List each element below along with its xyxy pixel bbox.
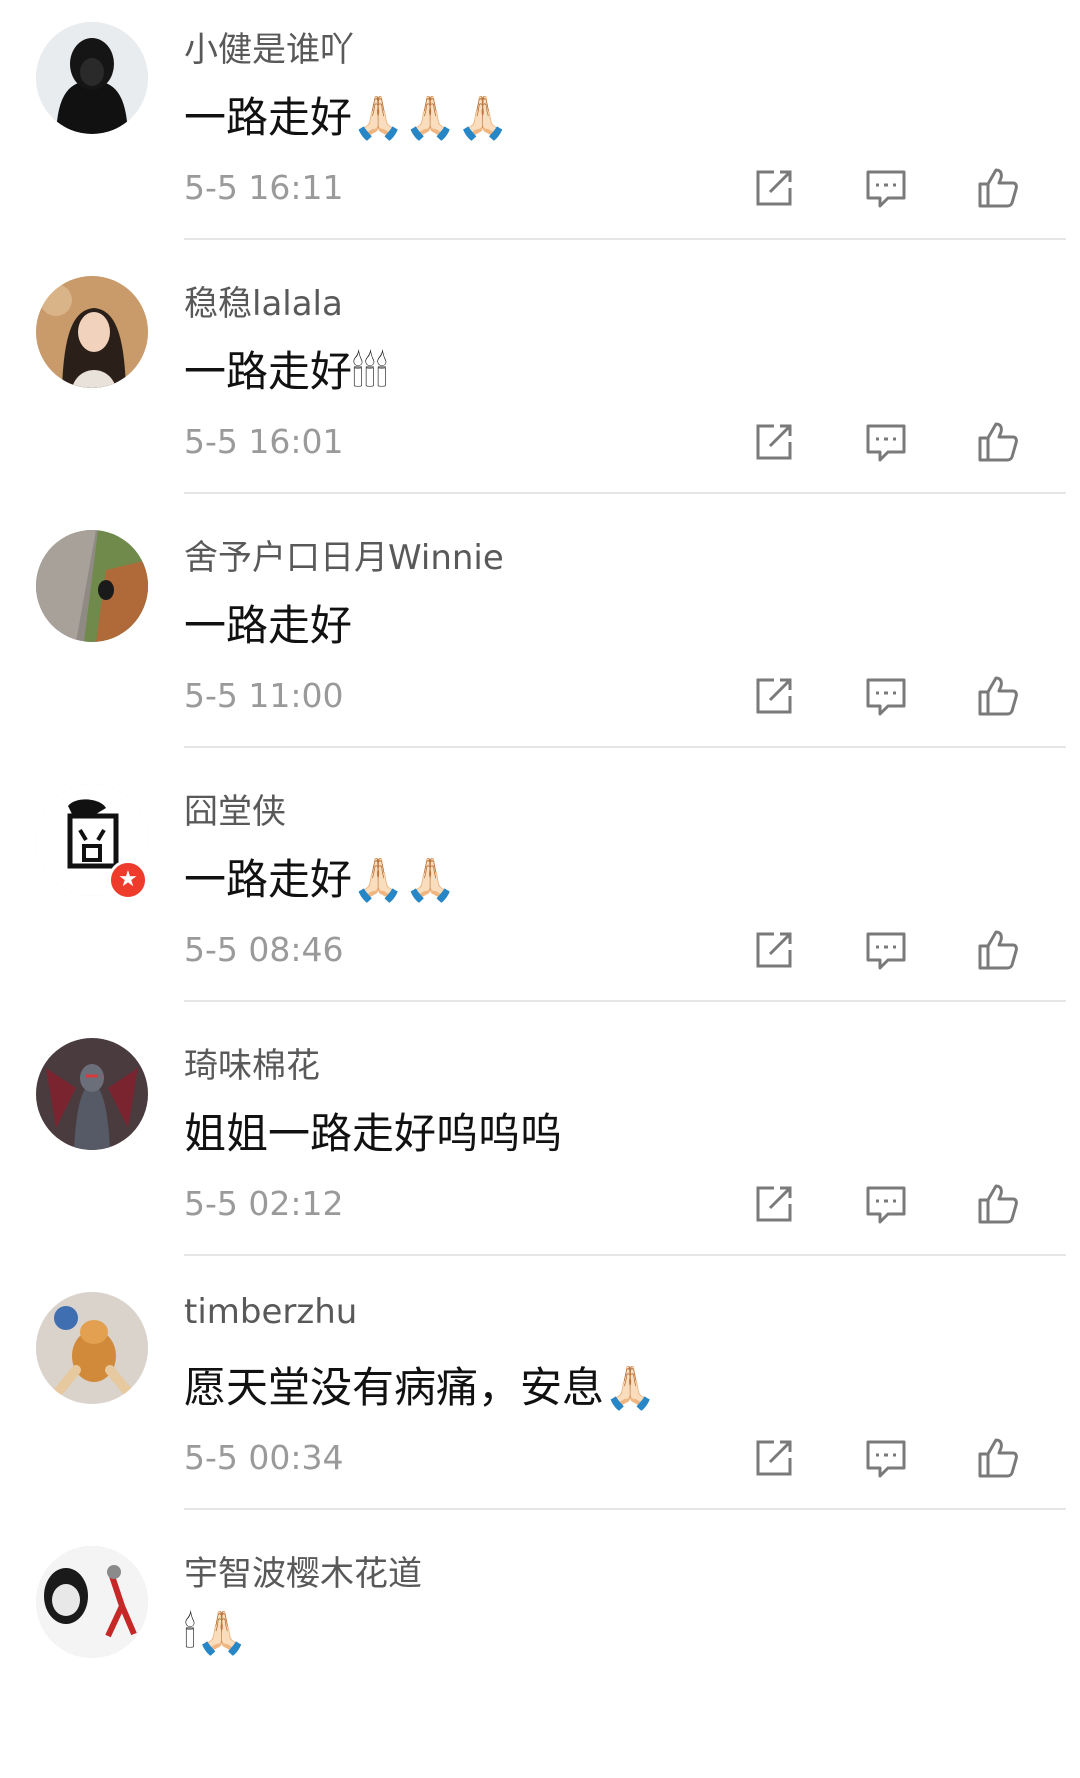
- comment-time: 5-5 16:11: [184, 168, 344, 207]
- comment-text: 姐姐一路走好呜呜呜: [184, 1109, 563, 1158]
- verified-badge: ★: [108, 860, 148, 900]
- share-icon[interactable]: [752, 928, 796, 972]
- username[interactable]: 舍予户口日月Winnie: [184, 530, 504, 579]
- comment-time: 5-5 11:00: [184, 676, 344, 715]
- comment-time: 5-5 16:01: [184, 422, 344, 461]
- divider: [184, 1508, 1066, 1510]
- share-icon[interactable]: [752, 674, 796, 718]
- comment-item: ★ 囧堂侠 一路走好🙏🏻🙏🏻 5-5 08:46: [0, 762, 1080, 1016]
- thumbs-up-icon[interactable]: [976, 1182, 1020, 1226]
- comment-item: 宇智波樱木花道 🕯🙏🏻: [0, 1524, 1080, 1778]
- avatar[interactable]: [36, 1292, 148, 1404]
- comment-icon[interactable]: [864, 420, 908, 464]
- comment-text: 一路走好🙏🏻🙏🏻🙏🏻: [184, 93, 509, 142]
- comment-icon[interactable]: [864, 166, 908, 210]
- comment-item: 舍予户口日月Winnie 一路走好 5-5 11:00: [0, 508, 1080, 762]
- comment-item: 小健是谁吖 一路走好🙏🏻🙏🏻🙏🏻 5-5 16:11: [0, 0, 1080, 254]
- share-icon[interactable]: [752, 1182, 796, 1226]
- thumbs-up-icon[interactable]: [976, 420, 1020, 464]
- thumbs-up-icon[interactable]: [976, 674, 1020, 718]
- comment-time: 5-5 08:46: [184, 930, 344, 969]
- comment-time: 5-5 02:12: [184, 1184, 344, 1223]
- username[interactable]: timberzhu: [184, 1292, 357, 1332]
- username[interactable]: 稳稳lalala: [184, 276, 343, 325]
- avatar[interactable]: [36, 1546, 148, 1658]
- username[interactable]: 小健是谁吖: [184, 22, 354, 71]
- thumbs-up-icon[interactable]: [976, 166, 1020, 210]
- comment-text: 一路走好: [184, 601, 353, 650]
- comment-time: 5-5 00:34: [184, 1438, 344, 1477]
- avatar[interactable]: [36, 22, 148, 134]
- username[interactable]: 囧堂侠: [184, 784, 286, 833]
- comment-item: 稳稳lalala 一路走好🕯🕯🕯 5-5 16:01: [0, 254, 1080, 508]
- thumbs-up-icon[interactable]: [976, 928, 1020, 972]
- comment-text: 愿天堂没有病痛，安息🙏🏻: [184, 1363, 657, 1412]
- comment-text: 🕯🙏🏻: [184, 1608, 249, 1657]
- divider: [184, 746, 1066, 748]
- comment-item: 琦味棉花 姐姐一路走好呜呜呜 5-5 02:12: [0, 1016, 1080, 1270]
- comment-item: timberzhu 愿天堂没有病痛，安息🙏🏻 5-5 00:34: [0, 1270, 1080, 1524]
- avatar[interactable]: [36, 1038, 148, 1150]
- comment-text: 一路走好🕯🕯🕯: [184, 347, 388, 396]
- thumbs-up-icon[interactable]: [976, 1436, 1020, 1480]
- username[interactable]: 宇智波樱木花道: [184, 1546, 422, 1595]
- comment-text: 一路走好🙏🏻🙏🏻: [184, 855, 457, 904]
- avatar[interactable]: [36, 276, 148, 388]
- share-icon[interactable]: [752, 420, 796, 464]
- divider: [184, 1254, 1066, 1256]
- divider: [184, 1000, 1066, 1002]
- comment-icon[interactable]: [864, 674, 908, 718]
- comment-icon[interactable]: [864, 1436, 908, 1480]
- comment-list: 小健是谁吖 一路走好🙏🏻🙏🏻🙏🏻 5-5 16:11 稳稳lalala 一路走好…: [0, 0, 1080, 1703]
- avatar[interactable]: [36, 530, 148, 642]
- divider: [184, 238, 1066, 240]
- comment-icon[interactable]: [864, 928, 908, 972]
- share-icon[interactable]: [752, 166, 796, 210]
- share-icon[interactable]: [752, 1436, 796, 1480]
- divider: [184, 492, 1066, 494]
- comment-icon[interactable]: [864, 1182, 908, 1226]
- username[interactable]: 琦味棉花: [184, 1038, 320, 1087]
